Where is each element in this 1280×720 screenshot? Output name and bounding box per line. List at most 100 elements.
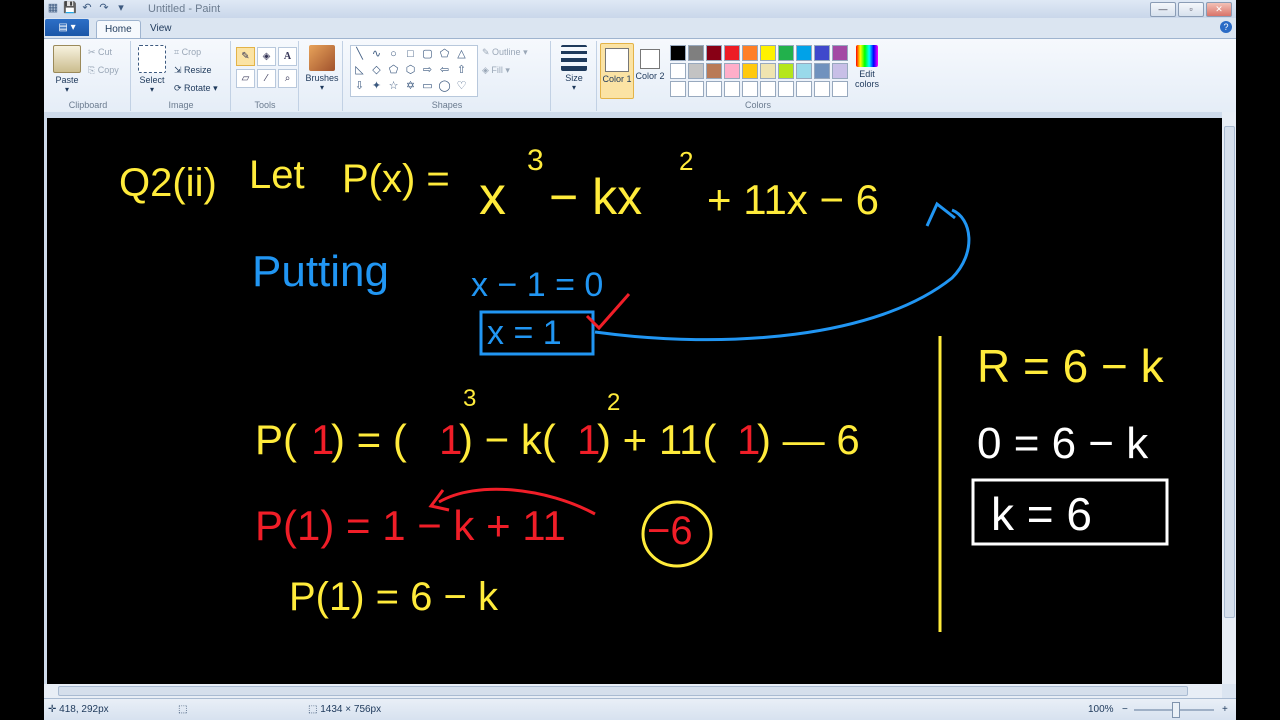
- red-circled-term: −6: [647, 509, 693, 553]
- right-triangle-shape-icon[interactable]: ◺: [351, 62, 368, 78]
- triangle-shape-icon[interactable]: △: [453, 46, 470, 62]
- arrow-down-shape-icon[interactable]: ⇩: [351, 78, 368, 94]
- color1-button[interactable]: Color 1: [600, 43, 634, 99]
- copy-button[interactable]: ⎘ Copy: [88, 65, 119, 76]
- vertical-scrollbar[interactable]: [1222, 112, 1236, 684]
- star6-shape-icon[interactable]: ✡: [402, 78, 419, 94]
- vertical-scroll-thumb[interactable]: [1224, 126, 1235, 618]
- fill-button[interactable]: ◈ Fill ▾: [482, 65, 510, 76]
- image-size-value: 1434 × 756px: [320, 704, 382, 715]
- palette-swatch-3-10[interactable]: [832, 81, 848, 97]
- palette-swatch-2-8[interactable]: [796, 63, 812, 79]
- palette-swatch-1-10[interactable]: [832, 45, 848, 61]
- tab-view[interactable]: View: [142, 20, 180, 38]
- palette-swatch-1-2[interactable]: [688, 45, 704, 61]
- size-group: Size ▾: [552, 41, 597, 111]
- callout-rect-shape-icon[interactable]: ▭: [419, 78, 436, 94]
- window-title: Untitled - Paint: [148, 3, 221, 15]
- ribbon-tabs: ▤ ▾ Home View ?: [44, 18, 1236, 39]
- magnifier-icon[interactable]: ⌕: [278, 69, 297, 88]
- minimize-button[interactable]: —: [1150, 2, 1176, 17]
- heart-shape-icon[interactable]: ♡: [453, 78, 470, 94]
- color-picker-icon[interactable]: ⁄: [257, 69, 276, 88]
- palette-swatch-3-1[interactable]: [670, 81, 686, 97]
- tab-home[interactable]: Home: [96, 20, 141, 39]
- eraser-icon[interactable]: ▱: [236, 69, 255, 88]
- zoom-slider-thumb[interactable]: [1172, 702, 1180, 718]
- palette-swatch-1-3[interactable]: [706, 45, 722, 61]
- polygon-shape-icon[interactable]: ⬠: [436, 46, 453, 62]
- star4-shape-icon[interactable]: ✦: [368, 78, 385, 94]
- hexagon-shape-icon[interactable]: ⬡: [402, 62, 419, 78]
- palette-swatch-3-2[interactable]: [688, 81, 704, 97]
- select-button[interactable]: Select ▾: [136, 45, 168, 94]
- oval-shape-icon[interactable]: ○: [385, 46, 402, 62]
- edit-colors-button[interactable]: Edit colors: [852, 45, 882, 89]
- palette-swatch-3-5[interactable]: [742, 81, 758, 97]
- palette-swatch-3-6[interactable]: [760, 81, 776, 97]
- color2-button[interactable]: Color 2: [634, 43, 666, 81]
- palette-swatch-3-3[interactable]: [706, 81, 722, 97]
- resize-button[interactable]: ⇲ Resize: [174, 65, 212, 76]
- palette-swatch-2-10[interactable]: [832, 63, 848, 79]
- palette-swatch-2-2[interactable]: [688, 63, 704, 79]
- paint-app-icon[interactable]: ▦: [46, 1, 60, 15]
- redo-icon[interactable]: ↷: [97, 1, 111, 15]
- zoom-in-button[interactable]: +: [1222, 704, 1228, 715]
- curve-shape-icon[interactable]: ∿: [368, 46, 385, 62]
- outline-button[interactable]: ✎ Outline ▾: [482, 47, 528, 58]
- palette-swatch-2-3[interactable]: [706, 63, 722, 79]
- diamond-shape-icon[interactable]: ◇: [368, 62, 385, 78]
- help-icon[interactable]: ?: [1220, 21, 1232, 33]
- image-size: ⬚ 1434 × 756px: [308, 704, 382, 715]
- pencil-icon[interactable]: ✎: [236, 47, 255, 66]
- callout-oval-shape-icon[interactable]: ◯: [436, 78, 453, 94]
- palette-swatch-2-4[interactable]: [724, 63, 740, 79]
- poly-k-term: − kx: [549, 169, 642, 225]
- palette-swatch-2-7[interactable]: [778, 63, 794, 79]
- palette-swatch-2-5[interactable]: [742, 63, 758, 79]
- file-menu-button[interactable]: ▤ ▾: [45, 19, 89, 36]
- fill-bucket-icon[interactable]: ◈: [257, 47, 276, 66]
- palette-swatch-3-4[interactable]: [724, 81, 740, 97]
- text-tool-icon[interactable]: A: [278, 47, 297, 66]
- cursor-position: ✛ 418, 292px: [48, 704, 109, 715]
- horizontal-scrollbar[interactable]: [44, 684, 1222, 698]
- crop-button[interactable]: ⌗ Crop: [174, 47, 201, 58]
- drawing-canvas[interactable]: Q2(ii) Let P(x) = x 3 − kx 2 + 11x − 6 P…: [47, 118, 1222, 684]
- palette-swatch-1-1[interactable]: [670, 45, 686, 61]
- cut-button[interactable]: ✂ Cut: [88, 47, 112, 58]
- palette-swatch-1-6[interactable]: [760, 45, 776, 61]
- close-button[interactable]: ✕: [1206, 2, 1232, 17]
- size-button[interactable]: Size ▾: [556, 45, 592, 92]
- rectangle-shape-icon[interactable]: □: [402, 46, 419, 62]
- arrow-right-shape-icon[interactable]: ⇨: [419, 62, 436, 78]
- pentagon-shape-icon[interactable]: ⬠: [385, 62, 402, 78]
- palette-swatch-2-1[interactable]: [670, 63, 686, 79]
- palette-swatch-3-8[interactable]: [796, 81, 812, 97]
- colors-group-label: Colors: [744, 100, 771, 110]
- brushes-button[interactable]: Brushes ▾: [304, 45, 340, 92]
- maximize-button[interactable]: ▫: [1178, 2, 1204, 17]
- arrow-left-shape-icon[interactable]: ⇦: [436, 62, 453, 78]
- palette-swatch-1-8[interactable]: [796, 45, 812, 61]
- arrow-up-shape-icon[interactable]: ⇧: [453, 62, 470, 78]
- palette-swatch-1-5[interactable]: [742, 45, 758, 61]
- save-icon[interactable]: 💾: [63, 1, 77, 15]
- rotate-button[interactable]: ⟳ Rotate ▾: [174, 83, 218, 94]
- palette-swatch-3-7[interactable]: [778, 81, 794, 97]
- palette-swatch-3-9[interactable]: [814, 81, 830, 97]
- palette-swatch-2-6[interactable]: [760, 63, 776, 79]
- customize-qat-icon[interactable]: ▾: [114, 1, 128, 15]
- palette-swatch-1-9[interactable]: [814, 45, 830, 61]
- palette-swatch-2-9[interactable]: [814, 63, 830, 79]
- line-shape-icon[interactable]: ╲: [351, 46, 368, 62]
- paste-button[interactable]: Paste ▾: [52, 45, 82, 94]
- zoom-out-button[interactable]: −: [1122, 704, 1128, 715]
- palette-swatch-1-4[interactable]: [724, 45, 740, 61]
- undo-icon[interactable]: ↶: [80, 1, 94, 15]
- rounded-rect-shape-icon[interactable]: ▢: [419, 46, 436, 62]
- horizontal-scroll-thumb[interactable]: [58, 686, 1188, 696]
- palette-swatch-1-7[interactable]: [778, 45, 794, 61]
- star5-shape-icon[interactable]: ☆: [385, 78, 402, 94]
